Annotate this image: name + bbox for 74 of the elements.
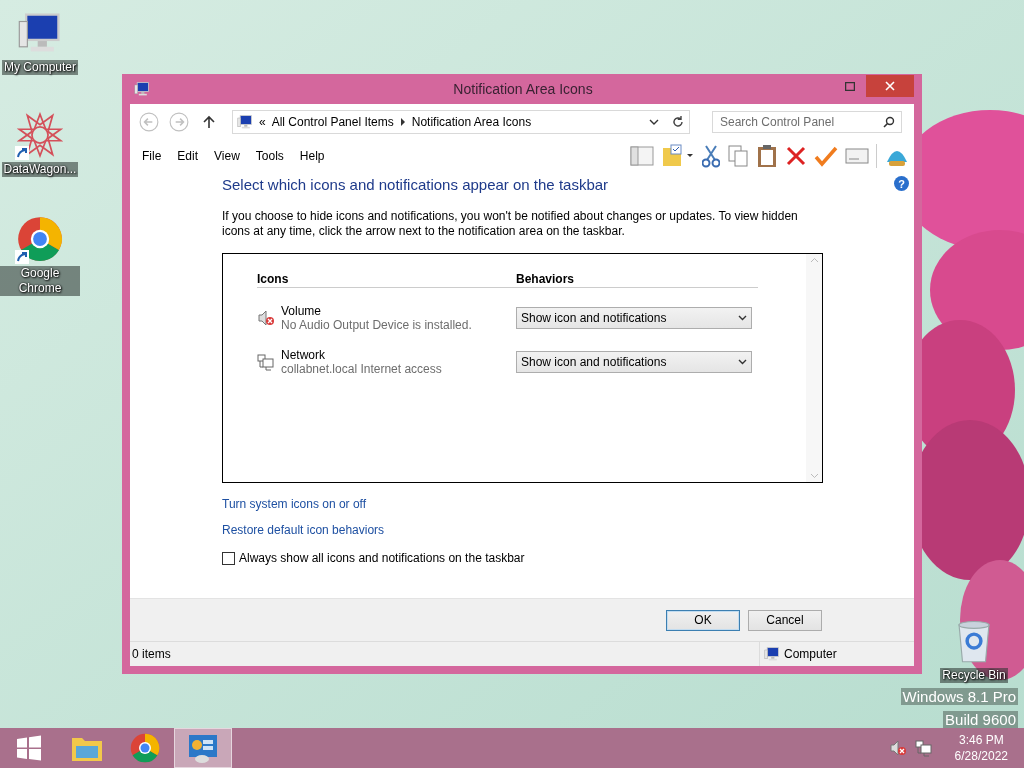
desktop-icon-label[interactable]: DataWagon... <box>1 162 79 177</box>
menu-item[interactable]: View <box>206 147 248 165</box>
link[interactable]: Restore default icon behaviors <box>222 523 385 537</box>
shortcut-arrow-icon <box>15 250 29 264</box>
chrome-icon <box>130 733 160 763</box>
desktop-icon-label[interactable]: Recycle Bin <box>940 668 1008 683</box>
network-icon <box>257 353 275 371</box>
network-icon <box>914 739 933 757</box>
window-title: Notification Area Icons <box>452 81 594 97</box>
description-text: If you choose to hide icons and notifications, you won't be notified about changes or updates. To view hidden icons at any time, click the arrow next to the notification area on the taskbar. <box>222 209 799 239</box>
refresh-icon[interactable] <box>671 115 685 129</box>
status-text: 0 items <box>131 647 172 661</box>
computer-icon <box>134 81 150 97</box>
maximize-icon <box>845 81 855 91</box>
clipboard-icon[interactable] <box>756 144 778 168</box>
dialog-button[interactable]: Cancel <box>748 609 822 631</box>
icon-name: Network <box>281 348 326 362</box>
search-icon <box>883 116 895 128</box>
help-button[interactable]: ? <box>894 176 909 191</box>
chevron-icon <box>399 118 406 126</box>
checkbox[interactable] <box>222 551 235 565</box>
column-header: Icons <box>257 272 290 286</box>
control-panel-taskbar-button[interactable] <box>174 728 232 768</box>
page-heading: Select which icons and notifications appear on the taskbar <box>222 176 610 193</box>
icon-detail: collabnet.local Internet access <box>281 362 443 376</box>
clock-date[interactable]: 6/28/2022 <box>954 749 1008 763</box>
icon-name: Volume <box>281 304 323 318</box>
delete-icon[interactable] <box>785 145 807 167</box>
windows-logo-icon <box>16 735 42 761</box>
desktop-icon-label[interactable]: Google Chrome <box>0 266 80 296</box>
behavior-dropdown[interactable]: Show icon and notifications <box>516 307 752 329</box>
caret-icon <box>738 359 747 365</box>
computer-icon <box>237 114 253 130</box>
link[interactable]: Turn system icons on or off <box>222 497 367 511</box>
checkbox-label: Always show all icons and notifications on the taskbar <box>239 551 525 565</box>
breadcrumb-item[interactable]: All Control Panel Items <box>271 115 394 129</box>
watermark-text: Windows 8.1 Pro <box>900 688 1018 705</box>
scrollbar[interactable] <box>806 254 822 482</box>
close-button[interactable] <box>866 75 914 97</box>
close-icon <box>885 81 895 91</box>
breadcrumb-item[interactable]: Notification Area Icons <box>411 115 532 129</box>
chrome-icon <box>17 216 63 262</box>
pane-icon[interactable] <box>630 145 654 167</box>
dropdown-icon[interactable] <box>649 118 659 126</box>
menu-item[interactable]: Tools <box>247 147 292 165</box>
dialog-button[interactable]: OK <box>666 609 740 631</box>
caret-icon <box>738 315 747 321</box>
scroll-down-icon[interactable] <box>809 473 819 479</box>
menu-item[interactable]: Edit <box>169 147 207 165</box>
shortcut-arrow-icon <box>15 146 29 160</box>
menu-item[interactable]: File <box>134 147 170 165</box>
computer-icon <box>764 646 780 662</box>
breadcrumb-overflow[interactable]: « <box>259 115 266 129</box>
search-field[interactable]: Search Control Panel <box>712 111 902 133</box>
star-pattern-icon <box>17 112 63 158</box>
column-header: Behaviors <box>516 272 576 286</box>
scissors-icon[interactable] <box>702 144 720 168</box>
status-location: Computer <box>784 647 837 661</box>
watermark-text: Build 9600 <box>943 711 1018 728</box>
muted-speaker-icon <box>257 309 275 327</box>
checkmark-icon[interactable] <box>814 145 838 167</box>
folder-icon[interactable] <box>661 144 695 168</box>
properties-icon[interactable] <box>845 145 869 167</box>
menu-item[interactable]: Help <box>291 147 333 165</box>
scroll-up-icon[interactable] <box>809 257 819 263</box>
muted-speaker-icon <box>888 739 907 757</box>
up-arrow-icon <box>202 115 216 129</box>
address-bar[interactable]: « All Control Panel Items Notification Area Icons <box>232 110 690 134</box>
icon-detail: No Audio Output Device is installed. <box>281 318 473 332</box>
control-panel-icon <box>188 733 218 763</box>
desktop-icon-label[interactable]: My Computer <box>2 60 78 75</box>
behavior-dropdown[interactable]: Show icon and notifications <box>516 351 752 373</box>
clock-time[interactable]: 3:46 PM <box>958 733 1004 747</box>
copy-icon[interactable] <box>727 144 749 168</box>
